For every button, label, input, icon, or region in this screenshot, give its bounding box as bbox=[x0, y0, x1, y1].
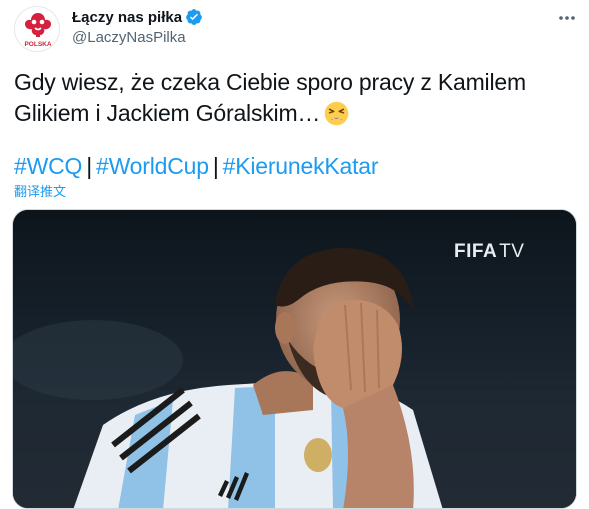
hashtag-wcq[interactable]: #WCQ bbox=[14, 153, 82, 179]
video-thumbnail[interactable]: FIFA TV bbox=[12, 209, 577, 509]
more-horizontal-icon bbox=[559, 16, 575, 20]
polska-logo-icon: POLSKA bbox=[15, 7, 59, 51]
svg-text:POLSKA: POLSKA bbox=[24, 41, 51, 48]
hashtag-row: #WCQ | #WorldCup | #KierunekKatar bbox=[14, 151, 379, 182]
translate-tweet-link[interactable]: 翻译推文 bbox=[14, 181, 66, 200]
author-display-name[interactable]: Łączy nas piłka bbox=[72, 9, 182, 26]
tweet-text: Gdy wiesz, że czeka Ciebie sporo pracy z… bbox=[14, 67, 574, 134]
tweet: POLSKA Łączy nas piłka @LaczyNasPilka Gd… bbox=[0, 0, 589, 509]
verified-badge-icon bbox=[185, 8, 203, 26]
fifa-tv-badge-tv: TV bbox=[499, 241, 525, 262]
tweet-text-line-2-text: Glikiem i Jackiem Góralskim… bbox=[14, 100, 321, 126]
fifa-tv-badge: FIFA TV bbox=[454, 241, 524, 263]
hashtag-kierunekkatar[interactable]: #KierunekKatar bbox=[223, 153, 379, 179]
author-name-row[interactable]: Łączy nas piłka bbox=[72, 7, 203, 27]
more-options-button[interactable] bbox=[553, 4, 581, 32]
hashtag-worldcup[interactable]: #WorldCup bbox=[96, 153, 209, 179]
hashtag-separator: | bbox=[86, 153, 92, 179]
tweet-text-line-1: Gdy wiesz, że czeka Ciebie sporo pracy z… bbox=[14, 69, 526, 95]
avatar[interactable]: POLSKA bbox=[14, 6, 60, 52]
hashtag-separator: | bbox=[212, 153, 219, 179]
tired-face-emoji-icon bbox=[324, 101, 349, 134]
author-handle[interactable]: @LaczyNasPilka bbox=[72, 29, 186, 46]
tweet-text-line-2: Glikiem i Jackiem Góralskim… bbox=[14, 98, 574, 134]
fifa-tv-badge-fifa: FIFA bbox=[454, 241, 498, 262]
